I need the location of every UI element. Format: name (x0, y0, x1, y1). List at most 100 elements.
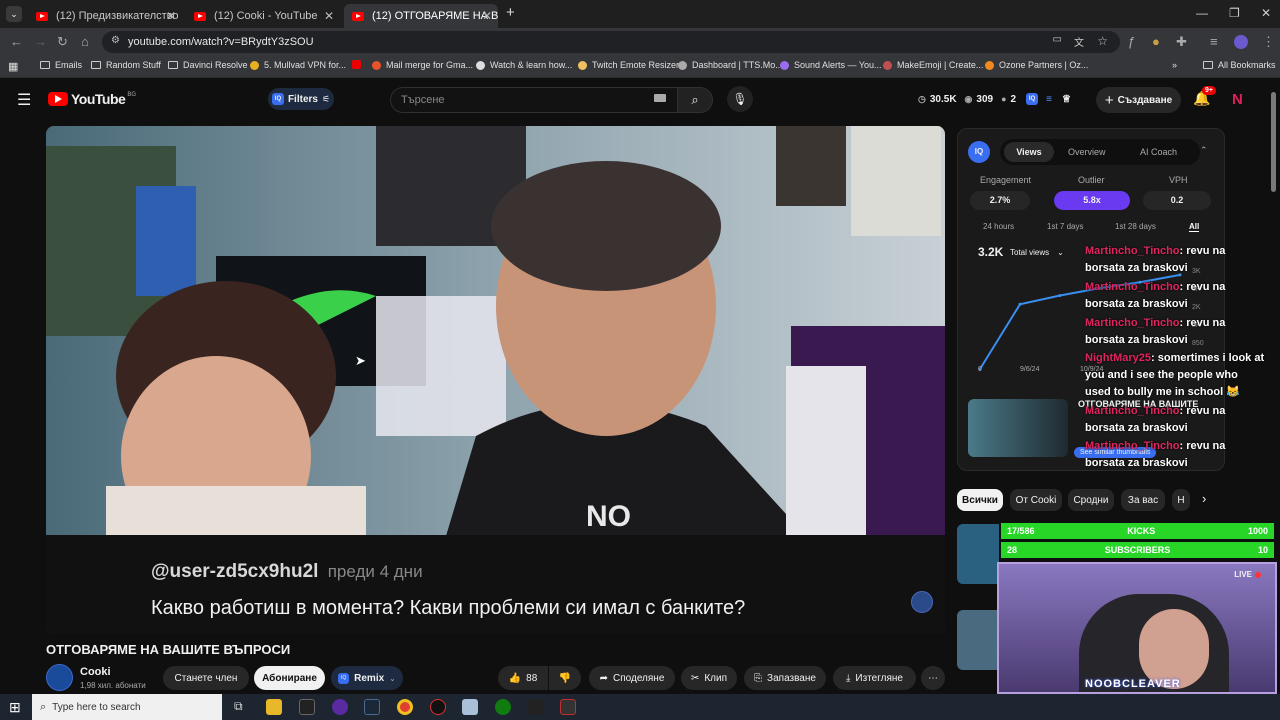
bookmark-item[interactable]: Davinci Resolve (168, 60, 248, 70)
tab-search-icon[interactable]: ⌄ (6, 6, 22, 22)
xbox-icon[interactable] (495, 699, 511, 715)
close-window-icon[interactable]: ✕ (1261, 6, 1271, 20)
search-button[interactable]: ⌕ (677, 87, 713, 113)
video-player[interactable]: NO @user-zd5cx9hu2l преди 4 дни Какво ра… (46, 126, 945, 634)
bookmark-item[interactable]: Sound Alerts — You... (780, 60, 882, 70)
iq-icon[interactable]: IQ (1026, 93, 1039, 105)
sidepanel-icon[interactable]: ≡ (1210, 34, 1218, 49)
like-button[interactable]: 👍 88 (498, 666, 548, 690)
join-button[interactable]: Станете член (163, 666, 249, 690)
remix-button[interactable]: IQ Remix ⌄ (331, 666, 403, 690)
minimize-icon[interactable]: — (1196, 6, 1208, 20)
extension-icon[interactable]: ƒ (1128, 34, 1135, 49)
bookmark-item[interactable]: Dashboard | TTS.Mo... (678, 60, 783, 70)
bookmarks-overflow-icon[interactable]: » (1172, 60, 1177, 70)
bookmark-item[interactable]: Random Stuff (91, 60, 161, 70)
task-view-icon[interactable]: ⧉ (234, 699, 243, 714)
chip-related[interactable]: Сродни (1068, 489, 1114, 511)
search-input[interactable]: Търсене (390, 87, 677, 113)
chip-all[interactable]: Всички (957, 489, 1003, 511)
tab-ai-coach[interactable]: AI Coach (1140, 147, 1177, 157)
download-button[interactable]: ⤓ Изтегляне (833, 666, 916, 690)
bookmark-item[interactable]: MakeEmoji | Create... (883, 60, 983, 70)
page-scrollbar[interactable] (1271, 92, 1276, 192)
close-tab-icon[interactable]: ✕ (324, 9, 334, 23)
cast-icon[interactable]: ▭ (1053, 34, 1062, 45)
chip-more[interactable]: Н (1172, 489, 1190, 511)
bookmark-star-icon[interactable]: ☆ (1097, 34, 1108, 48)
more-actions-button[interactable]: ⋯ (921, 666, 945, 690)
windows-start-icon[interactable]: ⊞ (9, 699, 21, 716)
chip-from-channel[interactable]: От Cooki (1010, 489, 1062, 511)
close-tab-icon[interactable]: ✕ (166, 9, 176, 23)
profile-avatar[interactable] (1234, 35, 1248, 49)
folder-icon (40, 61, 50, 69)
recommended-thumbnail[interactable] (957, 524, 999, 584)
collapse-icon[interactable]: ⌃ (1200, 145, 1208, 156)
bookmark-item[interactable]: Emails (40, 60, 82, 70)
channel-watermark[interactable] (911, 591, 933, 613)
channel-name[interactable]: Cooki (80, 666, 111, 678)
home-icon[interactable]: ⌂ (81, 34, 89, 49)
bookmark-item[interactable]: Ozone Partners | Oz... (985, 60, 1088, 70)
share-button[interactable]: ➦ Споделяне (589, 666, 675, 690)
channel-avatar[interactable] (46, 664, 73, 691)
chrome-icon[interactable] (397, 699, 413, 715)
file-explorer-icon[interactable] (266, 699, 282, 715)
clip-button[interactable]: ✂ Клип (681, 666, 737, 690)
chip-for-you[interactable]: За вас (1121, 489, 1165, 511)
app-icon[interactable] (560, 699, 576, 715)
forward-icon[interactable]: → (34, 34, 47, 49)
trophy-icon[interactable]: ♕ (1062, 94, 1071, 105)
list-icon[interactable]: ≡ (1046, 94, 1052, 105)
extension-icon[interactable]: ● (1152, 34, 1160, 49)
voice-search-button[interactable]: 🎙 (727, 86, 753, 112)
bookmark-item[interactable]: Twitch Emote Resizer (578, 60, 679, 70)
back-icon[interactable]: ← (10, 34, 23, 49)
bookmark-item[interactable]: Mail merge for Gma... (372, 60, 473, 70)
apps-grid-icon[interactable]: ▦ (8, 60, 18, 73)
bookmark-item[interactable] (352, 60, 366, 69)
filters-button[interactable]: IQ Filters ⚟ (268, 88, 334, 110)
bookmark-item[interactable]: Watch & learn how... (476, 60, 572, 70)
account-avatar[interactable]: N (1232, 91, 1243, 108)
chevron-right-icon[interactable]: › (1202, 491, 1206, 506)
recommended-thumbnail[interactable] (957, 610, 999, 670)
app-icon[interactable] (528, 699, 544, 715)
browser-tab-active[interactable]: (12) ОТГОВАРЯМЕ НА ВАШ✕ (344, 4, 498, 28)
range-24h[interactable]: 24 hours (983, 222, 1014, 231)
total-views-select[interactable]: Total views ⌄ (1010, 248, 1064, 257)
similar-thumbnail[interactable] (968, 399, 1068, 457)
menu-kebab-icon[interactable]: ⋮ (1262, 34, 1275, 50)
browser-tab-2[interactable]: (12) Cooki - YouTube ✕ (186, 4, 340, 28)
puzzle-extensions-icon[interactable]: ✚ (1176, 34, 1187, 50)
create-button[interactable]: + Създаване (1096, 87, 1181, 113)
app-icon[interactable] (332, 699, 348, 715)
save-button[interactable]: ⎘ Запазване (744, 666, 826, 690)
address-bar[interactable]: ⚙ youtube.com/watch?v=BRydtY3zSOU ☆ 文 ▭ (102, 31, 1120, 53)
youtube-logo[interactable]: YouTube BG (48, 91, 136, 107)
app-icon[interactable] (462, 699, 478, 715)
range-7d[interactable]: 1st 7 days (1047, 222, 1083, 231)
all-bookmarks[interactable]: All Bookmarks (1203, 60, 1276, 70)
reload-icon[interactable]: ↻ (57, 34, 68, 50)
range-28d[interactable]: 1st 28 days (1115, 222, 1156, 231)
translate-icon[interactable]: 文 (1074, 34, 1084, 49)
app-icon[interactable] (299, 699, 315, 715)
hamburger-menu-icon[interactable]: ☰ (17, 90, 31, 110)
keyboard-icon[interactable] (654, 94, 666, 102)
restore-icon[interactable]: ❐ (1229, 6, 1240, 20)
range-all[interactable]: All (1189, 222, 1200, 232)
subscribe-button[interactable]: Абониране (254, 666, 325, 690)
browser-tab-1[interactable]: (12) Предизвикателство - YouT✕ (28, 4, 182, 28)
dislike-button[interactable]: 👎 (549, 666, 581, 690)
site-info-icon[interactable]: ⚙ (111, 35, 120, 46)
new-tab-icon[interactable]: + (506, 4, 515, 21)
close-tab-icon[interactable]: ✕ (482, 9, 492, 23)
taskbar-search-input[interactable]: ⌕ Type here to search (32, 694, 222, 720)
steam-icon[interactable] (364, 699, 380, 715)
tab-views[interactable]: Views (1004, 142, 1054, 162)
app-icon[interactable] (430, 699, 446, 715)
bookmark-item[interactable]: 5. Mullvad VPN for... (250, 60, 346, 70)
tab-overview[interactable]: Overview (1068, 147, 1106, 157)
